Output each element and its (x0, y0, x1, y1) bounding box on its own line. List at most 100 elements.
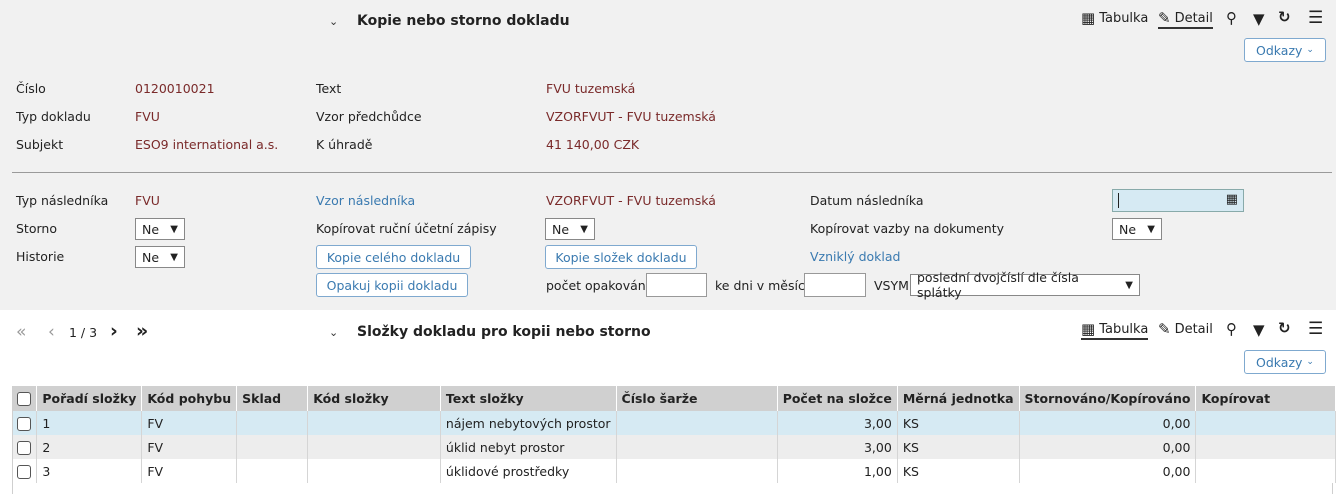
calendar-icon[interactable]: ▦ (1226, 192, 1238, 207)
datum-naslednika-input[interactable]: ▦ (1112, 189, 1244, 212)
table-cell (616, 459, 778, 483)
view-table-label: Tabulka (1099, 11, 1149, 26)
storno-select[interactable]: Ne ▼ (135, 218, 185, 240)
table-cell (1195, 411, 1336, 435)
kopirovat-vazby-select-value: Ne (1119, 221, 1137, 237)
view-detail-button[interactable]: ✎ Detail (1158, 320, 1213, 338)
table-cell: 1,00 (777, 459, 898, 483)
k-uhrade-value: 41 140,00 CZK (546, 137, 640, 152)
table-cell: 3,00 (777, 411, 898, 435)
table-cell (1195, 459, 1336, 483)
table-cell: 0,00 (1019, 459, 1197, 483)
table-cell: úklid nebyt prostor (440, 435, 617, 459)
vsym-select[interactable]: poslední dvojčíslí dle čísla splátky ▼ (910, 270, 1140, 300)
last-page-icon[interactable]: » (136, 320, 148, 342)
collapse-chevron-icon[interactable]: ⌄ (329, 15, 338, 28)
table-cell (236, 435, 309, 459)
row-checkbox[interactable] (17, 440, 31, 455)
column-header[interactable]: Kód složky (307, 386, 441, 411)
row-select-cell (13, 459, 38, 483)
next-page-icon[interactable]: › (110, 320, 118, 342)
vzor-naslednika-link[interactable]: Vzor následníka (316, 193, 415, 208)
table-cell: úklidové prostředky (440, 459, 617, 483)
vzor-naslednika-value: VZORFVUT - FVU tuzemská (546, 193, 716, 208)
row-checkbox[interactable] (17, 464, 31, 479)
menu-icon[interactable]: ☰ (1308, 10, 1323, 27)
kopie-celeho-dokladu-button[interactable]: Kopie celého dokladu (316, 245, 471, 269)
first-page-icon[interactable]: « (16, 322, 26, 342)
table-cell: FV (141, 459, 238, 483)
historie-select[interactable]: Ne ▼ (135, 246, 185, 268)
kopirovat-rucni-label: Kopírovat ruční účetní zápisy (316, 221, 497, 236)
pocet-opakovani-label: počet opakování (546, 278, 650, 293)
view-detail-label: Detail (1174, 322, 1213, 337)
select-all-checkbox[interactable] (17, 392, 31, 407)
search-icon[interactable]: ⚲ (1226, 322, 1237, 337)
refresh-icon[interactable]: ↻ (1278, 321, 1291, 336)
table-row[interactable]: 2 FV úklid nebyt prostor 3,00 KS 0,00 (13, 435, 1336, 459)
table-cell: 0,00 (1019, 435, 1197, 459)
row-select-cell (13, 435, 38, 459)
column-header[interactable]: Stornováno/Kopírováno (1019, 386, 1197, 411)
cislo-value: 0120010021 (135, 81, 215, 96)
section-title: Složky dokladu pro kopii nebo storno (357, 324, 651, 340)
table-cell: nájem nebytových prostor (440, 411, 617, 435)
column-header[interactable]: Číslo šarže (616, 386, 778, 411)
typ-naslednika-label: Typ následníka (16, 193, 109, 208)
view-detail-button[interactable]: ✎ Detail (1158, 11, 1213, 29)
column-header[interactable]: Pořadí složky (36, 386, 143, 411)
column-header[interactable]: Kód pohybu (141, 386, 238, 411)
row-select-cell (13, 411, 38, 435)
k-uhrade-label: K úhradě (316, 137, 373, 152)
filter-icon[interactable]: ▼ (1253, 323, 1265, 338)
table-cell: FV (141, 435, 238, 459)
dropdown-arrow-icon: ▼ (580, 223, 588, 235)
kopirovat-rucni-select-value: Ne (552, 221, 570, 237)
search-icon[interactable]: ⚲ (1226, 11, 1237, 26)
kopirovat-vazby-label: Kopírovat vazby na dokumenty (810, 221, 1005, 236)
edit-icon: ✎ (1158, 320, 1171, 338)
column-header[interactable]: Počet na složce (777, 386, 898, 411)
divider (12, 172, 1332, 173)
table-cell: KS (897, 411, 1020, 435)
ke-dni-input[interactable] (804, 273, 866, 297)
refresh-icon[interactable]: ↻ (1278, 10, 1291, 25)
kopirovat-vazby-select[interactable]: Ne ▼ (1112, 218, 1162, 240)
storno-select-value: Ne (142, 221, 160, 237)
table-cell (236, 411, 309, 435)
prev-page-icon[interactable]: ‹ (48, 322, 55, 342)
opakuj-kopii-button[interactable]: Opakuj kopii dokladu (316, 273, 468, 297)
table-cell (307, 435, 441, 459)
collapse-chevron-icon[interactable]: ⌄ (329, 326, 338, 339)
typ-dokladu-value: FVU (135, 109, 160, 124)
kopirovat-rucni-select[interactable]: Ne ▼ (545, 218, 595, 240)
table-header-row: Pořadí složky Kód pohybu Sklad Kód složk… (13, 386, 1336, 411)
table-cell: 3,00 (777, 435, 898, 459)
view-table-button[interactable]: ▦ Tabulka (1081, 11, 1149, 27)
ke-dni-label: ke dni v měsíci (715, 278, 809, 293)
page-title: Kopie nebo storno dokladu (357, 13, 570, 29)
row-checkbox[interactable] (17, 416, 31, 431)
table-cell (1195, 435, 1336, 459)
column-header[interactable]: Měrná jednotka (897, 386, 1020, 411)
table-row[interactable]: 1 FV nájem nebytových prostor 3,00 KS 0,… (13, 411, 1336, 435)
text-value: FVU tuzemská (546, 81, 636, 96)
vznikly-doklad-link[interactable]: Vzniklý doklad (810, 249, 900, 264)
menu-icon[interactable]: ☰ (1308, 321, 1323, 338)
cislo-label: Číslo (16, 81, 46, 96)
historie-label: Historie (16, 249, 65, 264)
odkazy-button[interactable]: Odkazy ⌄ (1244, 350, 1326, 374)
column-header[interactable]: Text složky (440, 386, 617, 411)
table-row[interactable]: 3 FV úklidové prostředky 1,00 KS 0,00 (13, 459, 1336, 483)
vzor-predchudce-value: VZORFVUT - FVU tuzemská (546, 109, 716, 124)
column-header[interactable]: Kopírovat (1195, 386, 1336, 411)
odkazy-button[interactable]: Odkazy ⌄ (1244, 38, 1326, 62)
pager-text: 1 / 3 (69, 325, 98, 340)
datum-naslednika-label: Datum následníka (810, 193, 924, 208)
storno-label: Storno (16, 221, 57, 236)
kopie-slozek-dokladu-button[interactable]: Kopie složek dokladu (545, 245, 697, 269)
column-header[interactable]: Sklad (236, 386, 309, 411)
view-table-button[interactable]: ▦ Tabulka (1081, 322, 1149, 340)
filter-icon[interactable]: ▼ (1253, 12, 1265, 27)
pocet-opakovani-input[interactable] (646, 273, 707, 297)
